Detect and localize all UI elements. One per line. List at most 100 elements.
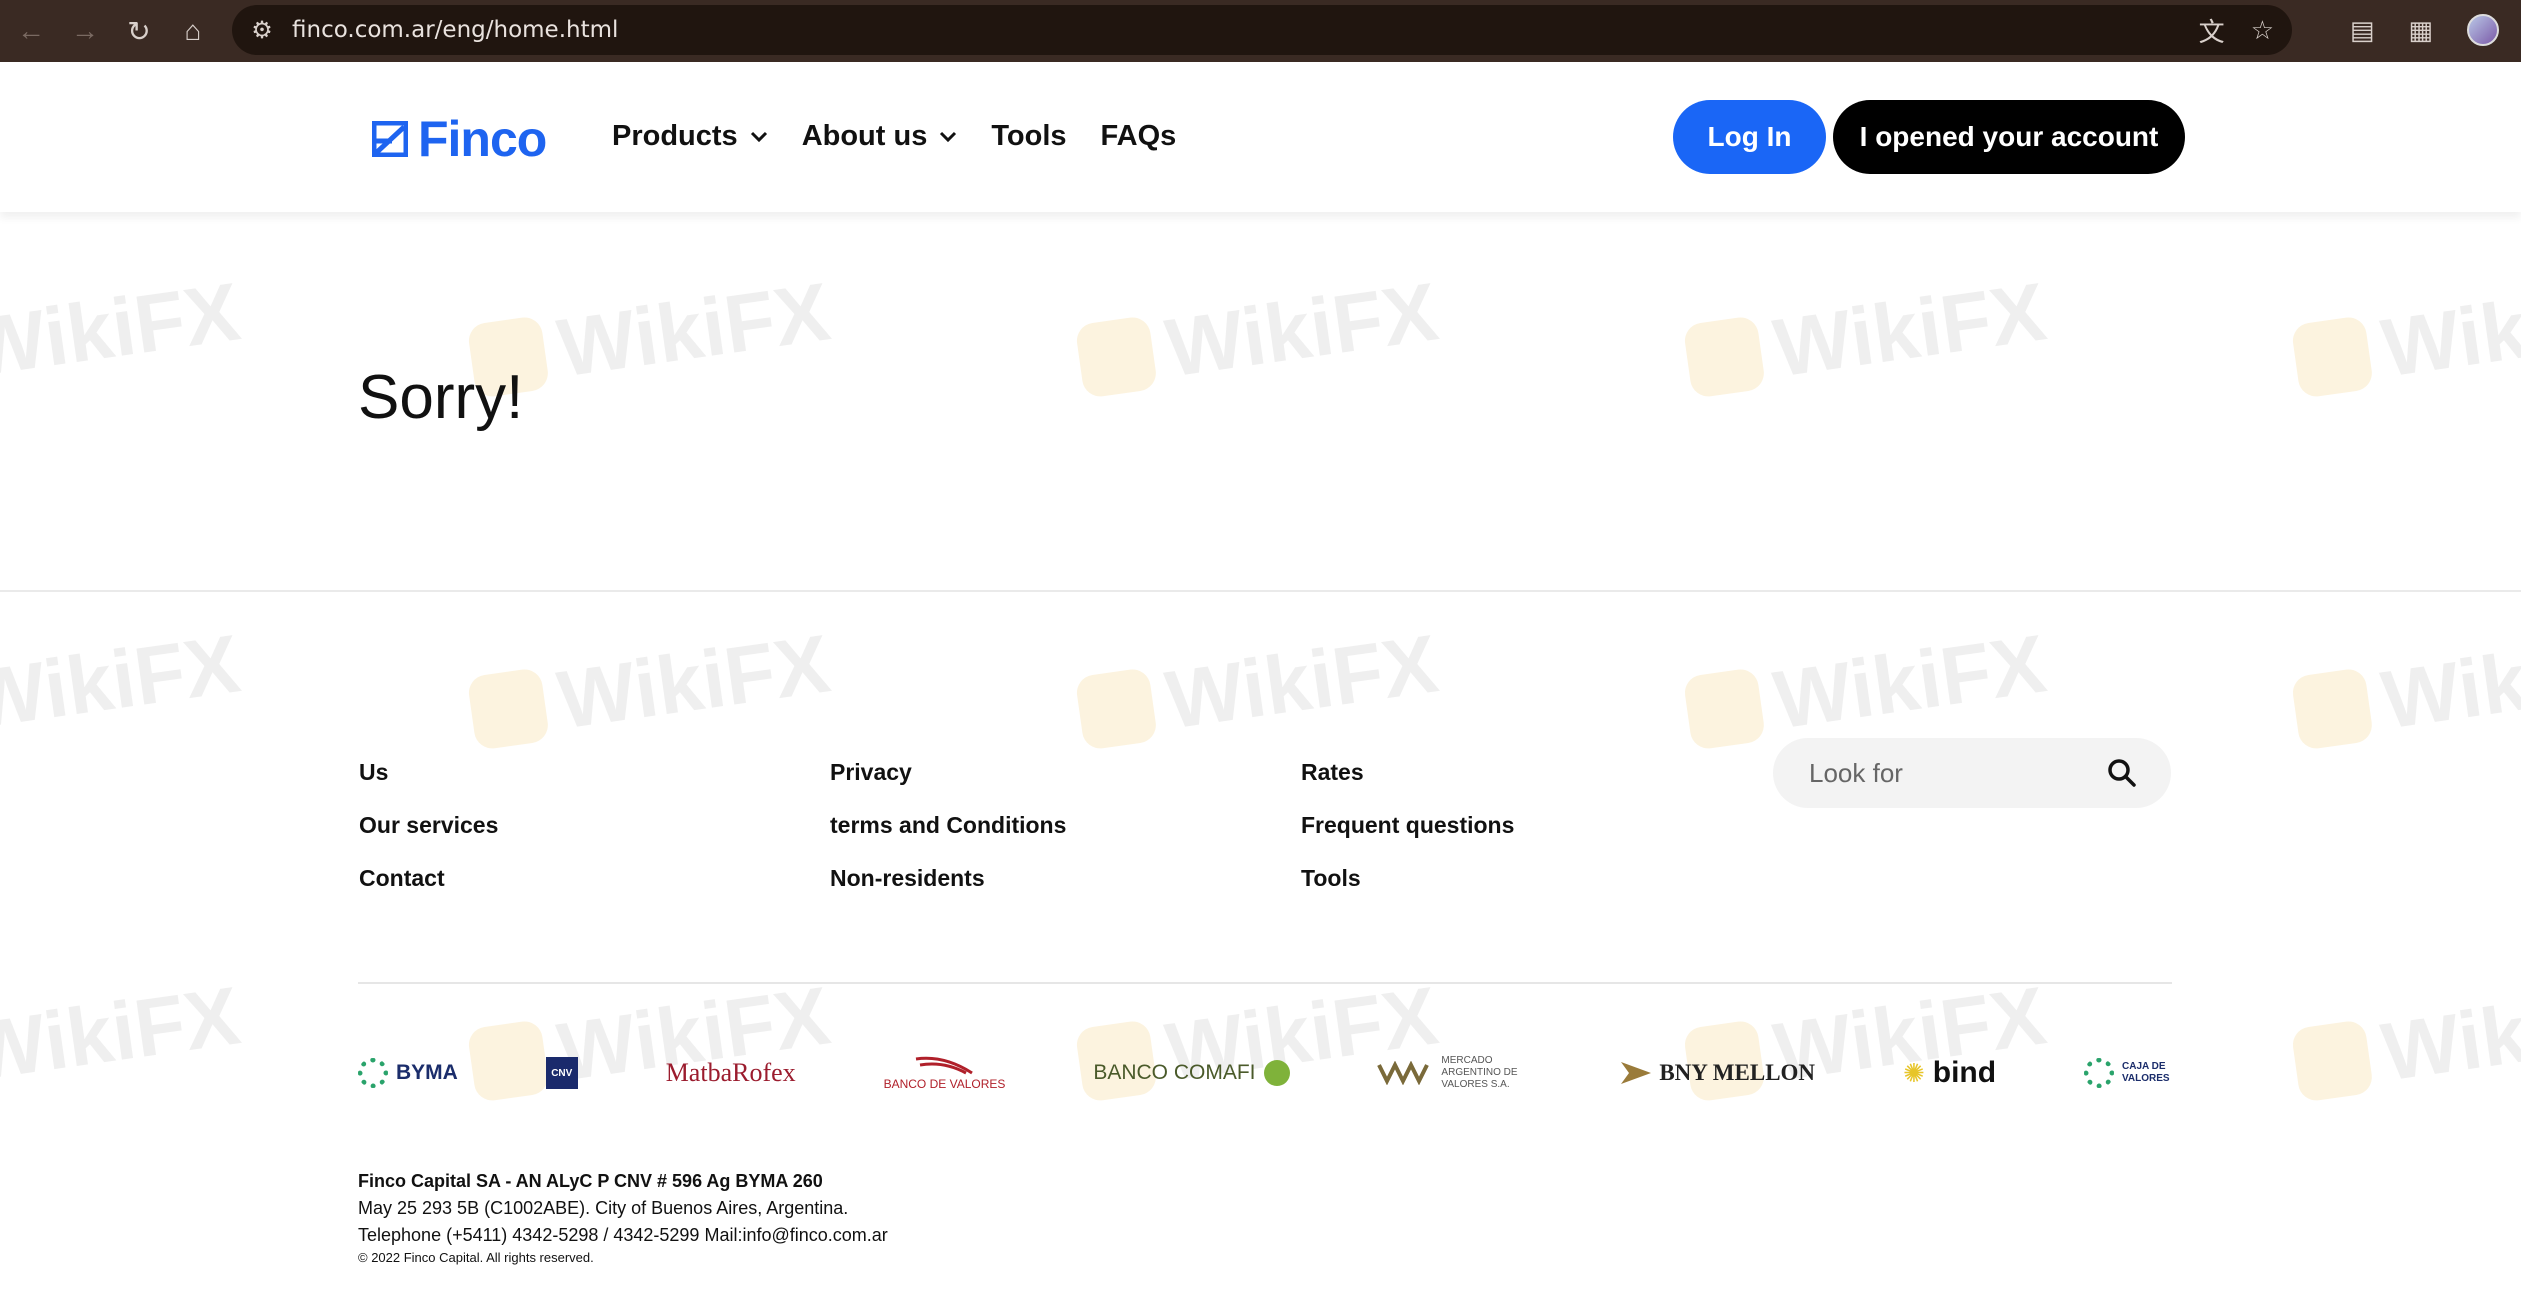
partner-matbarofex-logo: MatbaRofex bbox=[666, 1058, 796, 1088]
partner-bny-logo: BNY MELLON bbox=[1621, 1060, 1815, 1086]
footer-link-faq[interactable]: Frequent questions bbox=[1301, 807, 1514, 860]
footer-column-1: Us Our services Contact bbox=[359, 754, 498, 913]
caja-valores-icon bbox=[2084, 1058, 2114, 1088]
footer-link-rates[interactable]: Rates bbox=[1301, 754, 1514, 807]
partner-bind-logo: ✺ bind bbox=[1903, 1056, 1996, 1090]
menu-about-us[interactable]: About us bbox=[802, 120, 958, 153]
watermark-text: WikiFX bbox=[0, 970, 246, 1099]
watermark-text: WikiFX bbox=[1768, 266, 2052, 395]
partner-caja-valores-logo: CAJA DE VALORES bbox=[2084, 1058, 2172, 1088]
profile-avatar[interactable] bbox=[2467, 14, 2499, 46]
finco-logo-icon bbox=[372, 121, 408, 157]
watermark-text: WikiFX bbox=[552, 266, 836, 395]
partner-cnv-text: CNV bbox=[545, 1057, 578, 1089]
translate-icon[interactable]: 文 bbox=[2199, 12, 2225, 49]
contact-info: Telephone (+5411) 4342-5298 / 4342-5299 … bbox=[358, 1225, 888, 1245]
open-account-button[interactable]: I opened your account bbox=[1833, 100, 2185, 174]
copyright: © 2022 Finco Capital. All rights reserve… bbox=[358, 1250, 594, 1265]
footer-link-tools[interactable]: Tools bbox=[1301, 860, 1514, 913]
bny-arrow-icon bbox=[1621, 1062, 1652, 1084]
footer-link-us[interactable]: Us bbox=[359, 754, 498, 807]
partner-mav-text: MERCADO ARGENTINO DE VALORES S.A. bbox=[1441, 1055, 1518, 1090]
bind-star-icon: ✺ bbox=[1902, 1057, 1925, 1088]
chevron-down-icon bbox=[750, 131, 767, 142]
partner-bny-text: BNY MELLON bbox=[1659, 1060, 1816, 1085]
partner-banco-valores-logo: BANCO DE VALORES bbox=[883, 1055, 1006, 1091]
footer-address: Finco Capital SA - AN ALyC P CNV # 596 A… bbox=[358, 1168, 888, 1267]
partner-byma-logo: BYMA bbox=[358, 1058, 458, 1088]
partner-banco-valores-text: BANCO DE VALORES bbox=[883, 1077, 1006, 1091]
watermark: WikiFX bbox=[2289, 265, 2521, 408]
partner-comafi-text: BANCO COMAFI bbox=[1093, 1061, 1256, 1084]
watermark: WikiFX bbox=[0, 265, 245, 408]
footer-link-our-services[interactable]: Our services bbox=[359, 807, 498, 860]
watermark: WikiFX bbox=[2289, 969, 2521, 1112]
address-bar[interactable]: ⚙ finco.com.ar/eng/home.html 文 ☆ bbox=[232, 5, 2292, 55]
footer-link-non-residents[interactable]: Non-residents bbox=[830, 860, 1066, 913]
footer-search bbox=[1773, 738, 2171, 808]
watermark: WikiFX bbox=[0, 969, 245, 1112]
footer-link-privacy[interactable]: Privacy bbox=[830, 754, 1066, 807]
page-heading: Sorry! bbox=[358, 363, 524, 432]
watermark: WikiFX bbox=[1073, 265, 1443, 408]
site-header: Finco Products About us Tools FAQs Log I… bbox=[0, 62, 2521, 212]
watermark: WikiFX bbox=[465, 617, 835, 760]
comafi-leaf-icon bbox=[1263, 1060, 1290, 1086]
watermark-text: WikiFX bbox=[0, 266, 246, 395]
forward-icon[interactable]: → bbox=[58, 5, 112, 57]
footer-link-terms[interactable]: terms and Conditions bbox=[830, 807, 1066, 860]
main-menu: Products About us Tools FAQs bbox=[612, 120, 1176, 153]
partner-caja-valores-text: CAJA DE VALORES bbox=[2122, 1061, 2170, 1084]
menu-tools-label: Tools bbox=[991, 120, 1067, 152]
finco-logo[interactable]: Finco bbox=[372, 110, 547, 168]
partner-comafi-logo: BANCO COMAFI bbox=[1093, 1060, 1290, 1086]
watermark-text: WikiFX bbox=[2376, 618, 2521, 747]
menu-tools[interactable]: Tools bbox=[991, 120, 1066, 153]
company-info: Finco Capital SA - AN ALyC P CNV # 596 A… bbox=[358, 1171, 823, 1191]
browser-toolbar: ← → ↻ ⌂ ⚙ finco.com.ar/eng/home.html 文 ☆… bbox=[0, 0, 2521, 62]
footer-column-2: Privacy terms and Conditions Non-residen… bbox=[830, 754, 1066, 913]
site-settings-icon[interactable]: ⚙ bbox=[232, 16, 292, 45]
watermark-text: WikiFX bbox=[1160, 266, 1444, 395]
bookmark-star-icon[interactable]: ☆ bbox=[2251, 15, 2274, 46]
partner-bind-text: bind bbox=[1932, 1056, 1997, 1089]
watermark: WikiFX bbox=[1073, 617, 1443, 760]
watermark-text: WikiFX bbox=[552, 618, 836, 747]
tab-search-icon[interactable]: ▤ bbox=[2350, 15, 2375, 46]
watermark-text: WikiFX bbox=[1160, 618, 1444, 747]
watermark: WikiFX bbox=[0, 617, 245, 760]
chevron-down-icon bbox=[940, 131, 957, 142]
watermark-text: WikiFX bbox=[0, 618, 246, 747]
byma-icon bbox=[358, 1058, 388, 1088]
extensions-icon[interactable]: ▦ bbox=[2408, 15, 2433, 46]
footer-link-contact[interactable]: Contact bbox=[359, 860, 498, 913]
menu-faqs[interactable]: FAQs bbox=[1101, 120, 1177, 153]
watermark: WikiFX bbox=[1681, 265, 2051, 408]
street-address: May 25 293 5B (C1002ABE). City of Buenos… bbox=[358, 1198, 849, 1218]
watermark-text: WikiFX bbox=[1768, 618, 2052, 747]
search-input[interactable] bbox=[1809, 757, 2099, 789]
footer-column-3: Rates Frequent questions Tools bbox=[1301, 754, 1514, 913]
back-icon[interactable]: ← bbox=[4, 5, 58, 57]
reload-icon[interactable]: ↻ bbox=[112, 5, 166, 57]
address-url[interactable]: finco.com.ar/eng/home.html bbox=[292, 17, 618, 43]
partner-matbarofex-text: MatbaRofex bbox=[665, 1058, 796, 1087]
menu-faqs-label: FAQs bbox=[1100, 120, 1177, 152]
divider bbox=[0, 590, 2521, 592]
partner-mav-logo: MERCADO ARGENTINO DE VALORES S.A. bbox=[1377, 1055, 1533, 1091]
partner-byma-text: BYMA bbox=[396, 1061, 458, 1084]
menu-products-label: Products bbox=[612, 120, 738, 152]
menu-products[interactable]: Products bbox=[612, 120, 768, 153]
watermark-text: WikiFX bbox=[2376, 266, 2521, 395]
logo-text: Finco bbox=[418, 111, 547, 167]
login-button[interactable]: Log In bbox=[1673, 100, 1826, 174]
partner-cnv-logo: CNV bbox=[545, 1057, 578, 1089]
search-icon[interactable] bbox=[2107, 758, 2137, 788]
mav-icon bbox=[1377, 1061, 1430, 1085]
home-icon[interactable]: ⌂ bbox=[166, 5, 220, 57]
footer-divider bbox=[358, 982, 2172, 984]
partner-logos: BYMA CNV MatbaRofex BANCO DE VALORES BAN… bbox=[358, 1045, 2172, 1101]
banco-valores-icon bbox=[916, 1056, 974, 1075]
watermark-text: WikiFX bbox=[2376, 970, 2521, 1099]
watermark: WikiFX bbox=[2289, 617, 2521, 760]
